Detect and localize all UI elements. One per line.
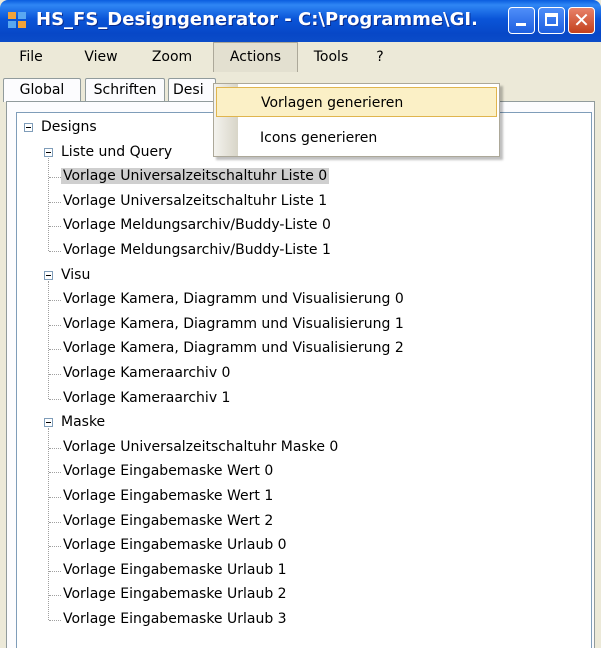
tree-connector — [49, 349, 61, 351]
tree-item[interactable]: Vorlage Kamera, Diagramm und Visualisier… — [61, 338, 406, 358]
tree-item-label: Vorlage Eingabemaske Urlaub 0 — [63, 537, 287, 554]
tree-item[interactable]: Vorlage Kamera, Diagramm und Visualisier… — [61, 289, 406, 309]
tree-item[interactable]: Vorlage Eingabemaske Wert 0 — [61, 461, 275, 481]
tree-item-label: Vorlage Meldungsarchiv/Buddy-Liste 0 — [63, 217, 331, 234]
tree-item[interactable]: Vorlage Eingabemaske Urlaub 3 — [61, 609, 289, 629]
menu-tools[interactable]: Tools — [306, 42, 356, 72]
tree-item-label: Vorlage Universalzeitschaltuhr Maske 0 — [63, 438, 339, 455]
collapse-icon[interactable] — [44, 270, 53, 280]
tree-connector — [49, 398, 61, 400]
tree-connector — [49, 620, 61, 621]
tree-item[interactable]: Vorlage Eingabemaske Urlaub 1 — [61, 560, 289, 580]
tree-item[interactable]: Vorlage Universalzeitschaltuhr Liste 0 — [61, 166, 330, 186]
tree-connector — [49, 374, 61, 375]
tab-global[interactable]: Global — [3, 78, 81, 102]
tree-connector — [49, 570, 61, 572]
tree-group[interactable]: Liste und Query — [59, 142, 174, 162]
tree-item-label: Vorlage Eingabemaske Urlaub 1 — [63, 561, 287, 578]
close-button[interactable]: ✕ — [568, 7, 595, 34]
tree-item-label: Liste und Query — [61, 143, 173, 160]
minimize-icon — [516, 23, 526, 26]
menu-item-generate-templates[interactable]: Vorlagen generieren — [216, 87, 497, 117]
tree-connector — [49, 497, 61, 498]
tree-item[interactable]: Vorlage Eingabemaske Wert 2 — [61, 511, 275, 531]
menu-item-label: Icons generieren — [260, 130, 378, 146]
tree-item-label: Vorlage Eingabemaske Wert 0 — [63, 463, 274, 480]
tree-connector — [48, 428, 49, 620]
menu-item-generate-icons[interactable]: Icons generieren — [216, 123, 497, 153]
tree-item-label: Vorlage Kamera, Diagramm und Visualisier… — [63, 315, 404, 332]
tree-item[interactable]: Vorlage Universalzeitschaltuhr Maske 0 — [61, 437, 340, 457]
tree-item-label: Vorlage Kamera, Diagramm und Visualisier… — [63, 340, 404, 357]
window-title: HS_FS_Designgenerator - C:\Programme\GI.… — [36, 9, 476, 30]
tree-connector — [49, 300, 61, 302]
menu-view[interactable]: View — [78, 42, 124, 72]
menu-item-label: Vorlagen generieren — [261, 95, 404, 111]
title-bar[interactable]: HS_FS_Designgenerator - C:\Programme\GI.… — [0, 0, 601, 42]
menu-bar: File View Zoom Actions Tools ? — [0, 42, 601, 72]
tree-item[interactable]: Vorlage Kameraarchiv 0 — [61, 363, 232, 383]
tree-group[interactable]: Maske — [59, 412, 107, 432]
tree-connector — [49, 521, 61, 523]
tree-connector — [49, 226, 61, 228]
close-icon: ✕ — [573, 8, 590, 32]
collapse-icon[interactable] — [44, 418, 53, 428]
maximize-icon — [545, 13, 558, 26]
tree-item-label: Vorlage Eingabemaske Wert 2 — [63, 512, 274, 529]
tree-item[interactable]: Vorlage Universalzeitschaltuhr Liste 1 — [61, 191, 329, 211]
tree-item-label: Vorlage Universalzeitschaltuhr Liste 1 — [63, 192, 328, 209]
tree-item[interactable]: Vorlage Kameraarchiv 1 — [61, 388, 232, 408]
tree-item[interactable]: Vorlage Meldungsarchiv/Buddy-Liste 0 — [61, 215, 333, 235]
minimize-button[interactable] — [508, 7, 535, 34]
tree-item-label: Visu — [61, 266, 91, 283]
tab-designs[interactable]: Desi — [168, 78, 216, 102]
tree-connector — [49, 251, 61, 252]
tree-item[interactable]: Vorlage Meldungsarchiv/Buddy-Liste 1 — [61, 240, 333, 260]
tree-root[interactable]: Designs — [39, 117, 99, 137]
tree-item[interactable]: Vorlage Eingabemaske Urlaub 2 — [61, 584, 289, 604]
menu-actions[interactable]: Actions — [213, 42, 298, 72]
tree-connector — [49, 201, 61, 203]
menu-file[interactable]: File — [10, 42, 52, 72]
tree-group[interactable]: Visu — [59, 265, 92, 285]
app-window: HS_FS_Designgenerator - C:\Programme\GI.… — [0, 0, 601, 648]
actions-dropdown: Vorlagen generieren Icons generieren — [213, 83, 500, 157]
tree-connector — [49, 177, 61, 179]
app-icon — [8, 12, 28, 30]
tree-item[interactable]: Vorlage Eingabemaske Urlaub 0 — [61, 535, 289, 555]
collapse-icon[interactable] — [44, 147, 53, 157]
tree-item-label: Vorlage Meldungsarchiv/Buddy-Liste 1 — [63, 242, 331, 258]
collapse-icon[interactable] — [24, 123, 33, 132]
tree-connector — [49, 595, 61, 597]
designs-tree[interactable]: Designs Liste und Query Vorlage Universalz… — [16, 112, 592, 648]
tree-item-label: Vorlage Eingabemaske Wert 1 — [63, 488, 274, 504]
tree-connector — [49, 546, 61, 548]
tree-item-label: Vorlage Kameraarchiv 0 — [63, 365, 231, 381]
tree-item-label: Vorlage Eingabemaske Urlaub 3 — [63, 611, 287, 627]
menu-zoom[interactable]: Zoom — [146, 42, 198, 72]
tree-item-label: Vorlage Eingabemaske Urlaub 2 — [63, 586, 287, 603]
tree-item[interactable]: Vorlage Kamera, Diagramm und Visualisier… — [61, 314, 406, 334]
tree-item-label: Vorlage Kameraarchiv 1 — [63, 389, 231, 406]
tree-item-label: Designs — [41, 119, 97, 135]
tree-connector — [49, 472, 61, 474]
tab-schriften[interactable]: Schriften — [85, 78, 165, 102]
tree-item-label: Vorlage Kamera, Diagramm und Visualisier… — [63, 291, 404, 308]
tab-panel: Designs Liste und Query Vorlage Universalz… — [6, 101, 595, 648]
tree-connector — [48, 280, 49, 399]
tree-connector — [48, 157, 49, 251]
tree-item[interactable]: Vorlage Eingabemaske Wert 1 — [61, 486, 275, 506]
tree-connector — [49, 447, 61, 449]
tree-connector — [49, 324, 61, 326]
menu-help[interactable]: ? — [372, 42, 388, 72]
tree-item-label: Maske — [61, 414, 106, 431]
maximize-button[interactable] — [538, 7, 565, 34]
tree-item-label: Vorlage Universalzeitschaltuhr Liste 0 — [61, 168, 330, 185]
